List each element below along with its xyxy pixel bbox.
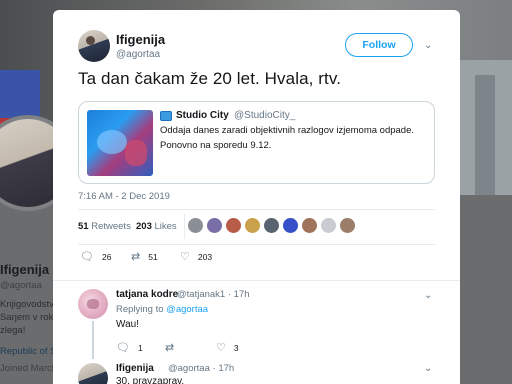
reply-action[interactable]: 🗨 1: [116, 341, 143, 354]
profile-name: Ifigenija: [0, 262, 50, 277]
like-action[interactable]: ♡ 203: [180, 250, 212, 263]
retweets-count: 51: [78, 221, 89, 232]
heart-icon: ♡: [180, 251, 190, 263]
quoted-text-line: Ponovno na sporedu 9.12.: [160, 140, 272, 151]
reply-avatar[interactable]: [78, 289, 108, 319]
quoted-author-name: Studio City: [176, 110, 229, 121]
like-count: 203: [197, 252, 213, 262]
retweet-action[interactable]: ⇄ 51: [131, 250, 158, 263]
tweet-modal: Ifigenija @agortaa Follow ⌄ Ta dan čakam…: [53, 10, 460, 384]
reply-author-handle[interactable]: @tatjanak1: [177, 289, 225, 300]
stats-separator: [184, 214, 185, 239]
retweet-action[interactable]: ⇄: [165, 341, 182, 354]
replying-to: Replying to @agortaa: [116, 304, 208, 315]
liker-avatar[interactable]: [283, 218, 298, 233]
reply-action[interactable]: 🗨 26: [80, 250, 111, 263]
reply-text: Wau!: [116, 319, 139, 330]
thread-line: [92, 321, 94, 359]
reply-meta: @agortaa · 17h: [168, 363, 235, 374]
retweets-label: Retweets: [91, 221, 131, 232]
reply-author-name[interactable]: tatjana kodre: [116, 289, 178, 300]
heart-icon: ♡: [216, 342, 226, 354]
banner-pillar-shadow: [475, 75, 495, 195]
replying-to-mention[interactable]: @agortaa: [166, 304, 208, 315]
liker-avatar[interactable]: [302, 218, 317, 233]
divider: [78, 244, 435, 245]
quoted-tweet-thumbnail: [87, 110, 153, 176]
chevron-down-icon[interactable]: ⌄: [424, 364, 432, 374]
reply-time[interactable]: 17h: [234, 289, 250, 300]
reply-count: 1: [137, 343, 143, 353]
liker-avatar[interactable]: [340, 218, 355, 233]
liker-avatar[interactable]: [245, 218, 260, 233]
reply-time[interactable]: 17h: [218, 363, 234, 374]
like-count: 3: [233, 343, 239, 353]
tweet-text: Ta dan čakam že 20 let. Hvala, rtv.: [78, 69, 342, 88]
liker-avatar[interactable]: [207, 218, 222, 233]
reply-text: 30. pravzaprav.: [116, 376, 185, 384]
likes-stat[interactable]: 203 Likes: [136, 221, 177, 232]
liker-avatar[interactable]: [264, 218, 279, 233]
quoted-author-handle: @StudioCity_: [234, 110, 296, 121]
liker-avatar[interactable]: [321, 218, 336, 233]
author-name[interactable]: Ifigenija: [116, 32, 165, 47]
liker-avatar[interactable]: [188, 218, 203, 233]
reply-author-name[interactable]: Ifigenija: [116, 363, 154, 374]
likes-label: Likes: [154, 221, 177, 232]
reply-icon: 🗨: [80, 251, 94, 263]
profile-handle: @agortaa: [0, 280, 42, 291]
liker-avatar[interactable]: [226, 218, 241, 233]
tweet-timestamp[interactable]: 7:16 AM - 2 Dec 2019: [78, 191, 170, 202]
likes-count: 203: [136, 221, 152, 232]
tv-icon: [160, 111, 172, 121]
replying-to-prefix: Replying to: [116, 304, 164, 315]
reply-count: 26: [101, 252, 112, 262]
divider: [78, 209, 435, 210]
quoted-tweet[interactable]: Studio City @StudioCity_ Oddaja danes za…: [78, 101, 435, 184]
quoted-text-line: Oddaja danes zaradi objektivnih razlogov…: [160, 125, 415, 136]
reply-author-handle[interactable]: @agortaa: [168, 363, 210, 374]
reply-avatar[interactable]: [78, 363, 108, 384]
profile-bio-line: zlega!: [0, 325, 26, 336]
like-action[interactable]: ♡ 3: [216, 341, 239, 354]
profile-bio-line: Sarjem v roke: [0, 312, 59, 323]
retweet-icon: ⇄: [131, 251, 141, 263]
retweet-icon: ⇄: [165, 342, 175, 354]
chevron-down-icon[interactable]: ⌄: [424, 291, 432, 301]
reply-meta: @tatjanak1 · 17h: [177, 289, 250, 300]
follow-button[interactable]: Follow: [345, 33, 413, 57]
retweets-stat[interactable]: 51 Retweets: [78, 221, 131, 232]
profile-joined: Joined March: [0, 363, 58, 374]
author-avatar[interactable]: [78, 30, 110, 62]
chevron-down-icon[interactable]: ⌄: [424, 41, 432, 51]
reply-icon: 🗨: [116, 342, 130, 354]
retweet-count: 51: [148, 252, 158, 262]
author-handle[interactable]: @agortaa: [116, 49, 160, 60]
divider: [53, 280, 460, 281]
